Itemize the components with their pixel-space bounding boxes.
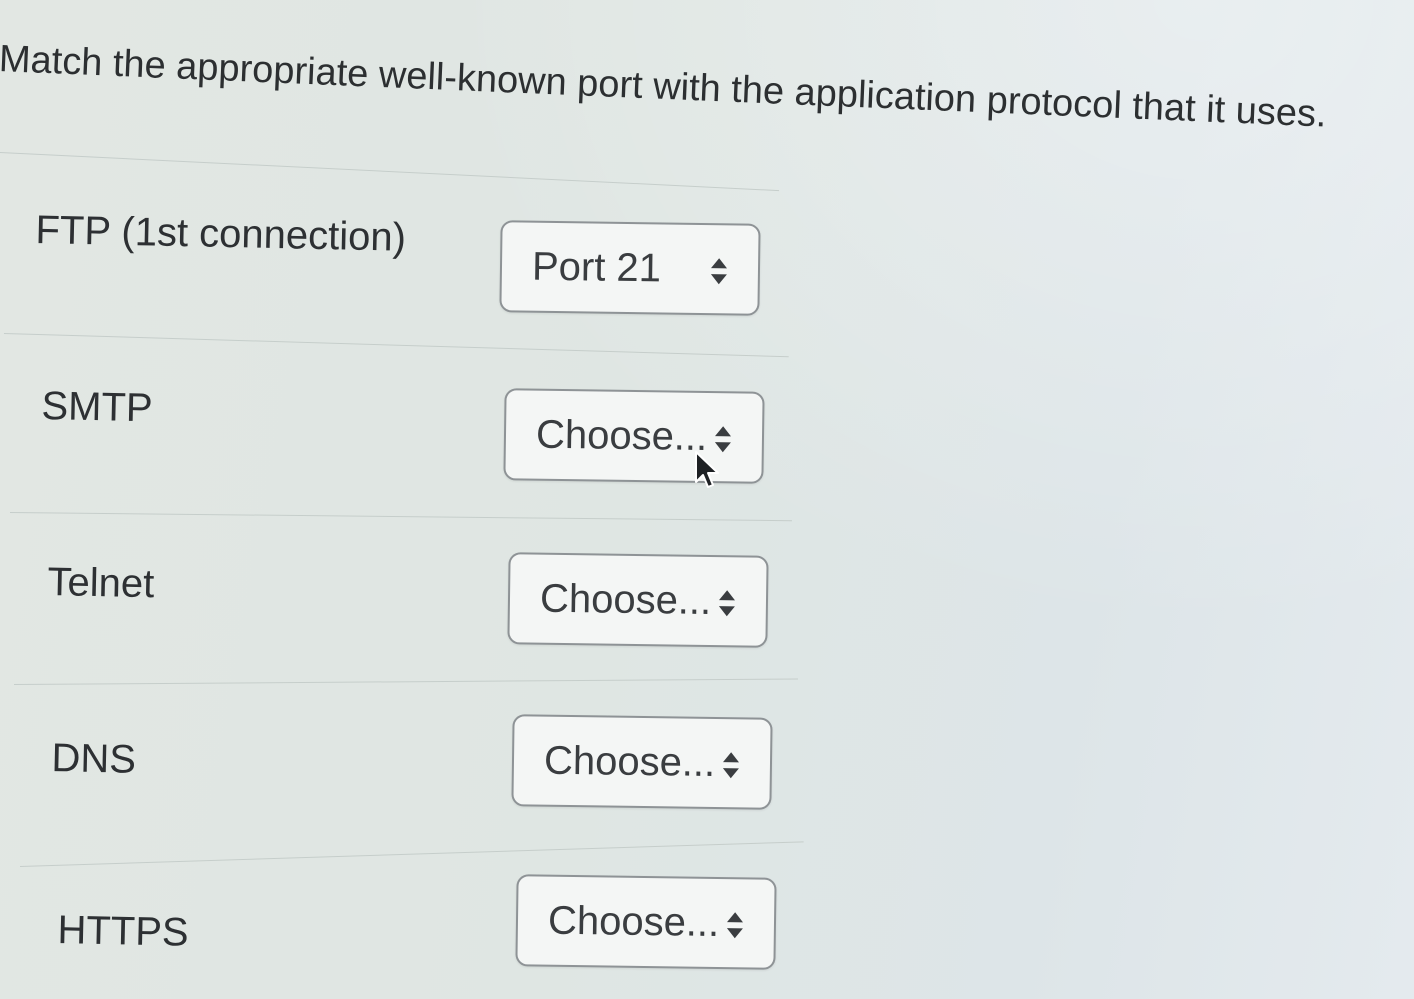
select-value-smtp: Choose... bbox=[535, 412, 708, 460]
port-select-https[interactable]: Choose... bbox=[515, 874, 777, 970]
up-down-arrows-icon bbox=[726, 912, 744, 939]
divider-3 bbox=[13, 678, 798, 685]
prompt-label-https: HTTPS bbox=[57, 907, 190, 955]
up-down-arrows-icon bbox=[722, 752, 740, 779]
divider-top bbox=[0, 152, 780, 192]
divider-4 bbox=[19, 841, 804, 867]
divider-1 bbox=[3, 333, 789, 358]
select-value-https: Choose... bbox=[547, 898, 720, 946]
prompt-label-smtp: SMTP bbox=[41, 383, 154, 431]
port-select-ftp[interactable]: Port 21 bbox=[499, 220, 761, 316]
mouse-cursor-icon bbox=[695, 451, 719, 488]
select-value-ftp: Port 21 bbox=[531, 244, 662, 291]
port-select-dns[interactable]: Choose... bbox=[511, 714, 773, 810]
prompt-label-ftp: FTP (1st connection) bbox=[35, 207, 407, 260]
screen-glare bbox=[0, 0, 1414, 999]
up-down-arrows-icon bbox=[718, 590, 736, 617]
select-value-telnet: Choose... bbox=[539, 576, 712, 624]
prompt-label-dns: DNS bbox=[51, 735, 137, 782]
up-down-arrows-icon bbox=[710, 258, 728, 285]
prompt-label-telnet: Telnet bbox=[47, 559, 155, 607]
divider-2 bbox=[9, 512, 792, 522]
port-select-telnet[interactable]: Choose... bbox=[507, 552, 769, 648]
port-select-smtp[interactable]: Choose... bbox=[503, 388, 765, 484]
select-value-dns: Choose... bbox=[543, 738, 716, 786]
question-text: Match the appropriate well-known port wi… bbox=[0, 37, 1328, 136]
